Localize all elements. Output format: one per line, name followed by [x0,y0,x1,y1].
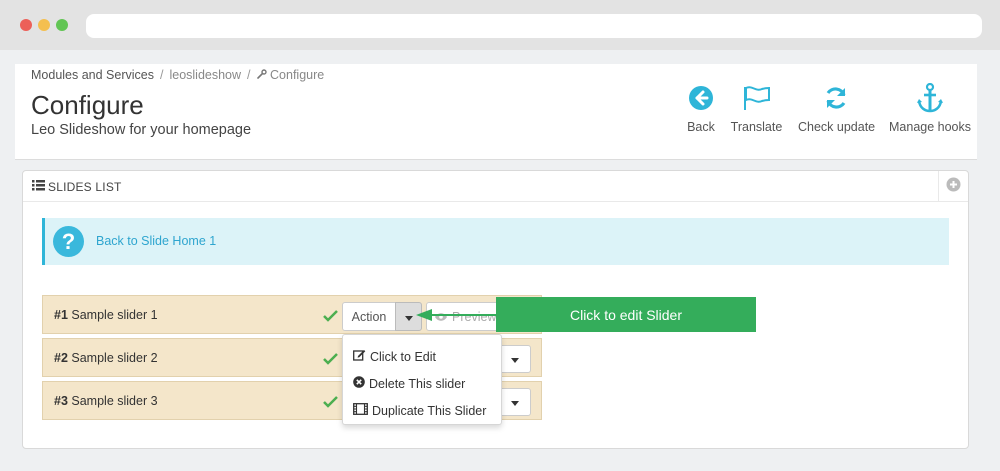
list-icon [32,180,45,194]
menu-item-edit-label: Click to Edit [370,349,436,364]
menu-item-delete-label: Delete This slider [369,376,466,391]
wrench-icon [256,68,267,82]
slide-number: #3 [54,394,68,408]
arrow-left-circle-icon [685,82,717,114]
manage-hooks-label: Manage hooks [889,120,972,134]
window-close-dot[interactable] [20,19,32,31]
slide-name: Sample slider 3 [71,394,158,408]
translate-label: Translate [730,120,783,134]
info-alert: ? Back to Slide Home 1 [42,218,949,265]
breadcrumb-item-current: Configure [256,68,324,82]
address-bar[interactable] [86,14,982,38]
menu-item-duplicate[interactable]: Duplicate This Slider [343,397,501,424]
check-update-button[interactable]: Check update [798,82,876,134]
panel-header: SLIDES LIST [23,171,968,202]
browser-chrome [0,0,1000,50]
breadcrumb: Modules and Services / leoslideshow / Confi… [31,68,324,82]
action-dropdown-toggle[interactable] [499,345,531,373]
check-icon[interactable] [323,352,338,370]
caret-down-icon [511,393,519,411]
slide-name: Sample slider 2 [71,351,158,365]
page-subtitle: Leo Slideshow for your homepage [31,122,252,138]
times-circle-icon [353,376,365,391]
page: Modules and Services / leoslideshow / Confi… [0,50,1000,471]
question-circle-icon: ? [53,226,84,257]
edit-icon [353,349,366,364]
breadcrumb-separator: / [247,68,251,82]
anchor-icon [889,82,971,114]
translate-button[interactable]: Translate [730,82,783,134]
refresh-icon [798,82,874,114]
slide-name: Sample slider 1 [71,308,158,322]
check-update-label: Check update [798,120,876,134]
film-icon [353,403,368,418]
menu-item-delete[interactable]: Delete This slider [343,370,501,397]
window-minimize-dot[interactable] [38,19,50,31]
page-header: Modules and Services / leoslideshow / Confi… [15,64,977,160]
page-title: Configure [31,90,144,120]
menu-item-edit[interactable]: Click to Edit [343,343,501,370]
check-icon[interactable] [323,395,338,413]
menu-item-duplicate-label: Duplicate This Slider [372,403,487,418]
back-label: Back [687,120,715,134]
slide-label: #1 Sample slider 1 [54,308,158,322]
check-icon[interactable] [323,309,338,327]
slide-number: #2 [54,351,68,365]
back-to-slide-home-link[interactable]: Back to Slide Home 1 [96,234,216,248]
action-dropdown-menu: Click to Edit Delete This slider Duplica… [342,334,502,425]
edit-slider-callout: Click to edit Slider [496,297,756,332]
plus-circle-icon [946,177,961,197]
annotation-arrow [416,309,498,321]
breadcrumb-item-modules[interactable]: Modules and Services [31,68,154,82]
panel-title: SLIDES LIST [32,180,122,194]
manage-hooks-button[interactable]: Manage hooks [889,82,971,134]
breadcrumb-separator: / [159,68,164,82]
panel-title-text: SLIDES LIST [48,180,122,194]
caret-down-icon [404,308,413,326]
caret-down-icon [511,350,519,368]
breadcrumb-item-module[interactable]: leoslideshow [169,68,241,82]
slide-label: #2 Sample slider 2 [54,351,158,365]
add-slide-button[interactable] [938,171,968,202]
window-maximize-dot[interactable] [56,19,68,31]
slide-label: #3 Sample slider 3 [54,394,158,408]
slide-number: #1 [54,308,68,322]
action-button[interactable]: Action [342,302,396,331]
flag-icon [730,82,783,114]
back-button[interactable]: Back [685,82,717,134]
action-dropdown-toggle[interactable] [499,388,531,416]
